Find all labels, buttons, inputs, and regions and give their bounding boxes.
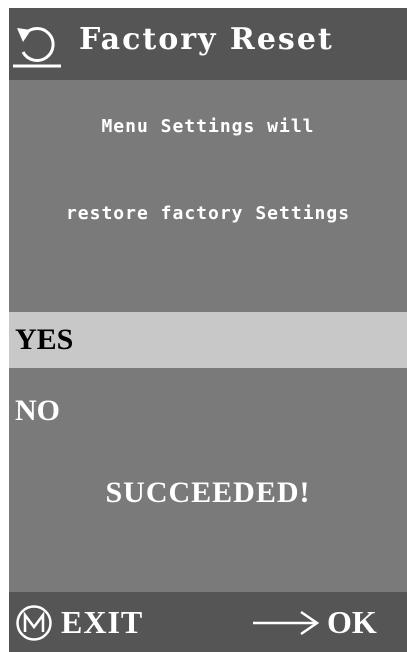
page-title: Factory Reset [79, 22, 334, 57]
ok-button[interactable]: OK [327, 604, 377, 641]
option-no[interactable]: NO [9, 383, 407, 439]
reset-message-line-1: Menu Settings will [101, 116, 315, 137]
right-arrow-icon[interactable] [251, 608, 321, 638]
exit-button[interactable]: EXIT [61, 604, 143, 641]
footer-bar: EXIT OK [9, 592, 407, 652]
factory-reset-screen: Factory Reset Menu Settings will restore… [9, 8, 407, 652]
status-message: SUCCEEDED! [105, 476, 311, 509]
circled-m-icon[interactable] [15, 604, 53, 642]
undo-arrow-icon[interactable] [11, 20, 63, 70]
option-yes[interactable]: YES [9, 312, 407, 368]
title-bar: Factory Reset [9, 8, 407, 80]
reset-message-line-2: restore factory Settings [65, 203, 351, 224]
